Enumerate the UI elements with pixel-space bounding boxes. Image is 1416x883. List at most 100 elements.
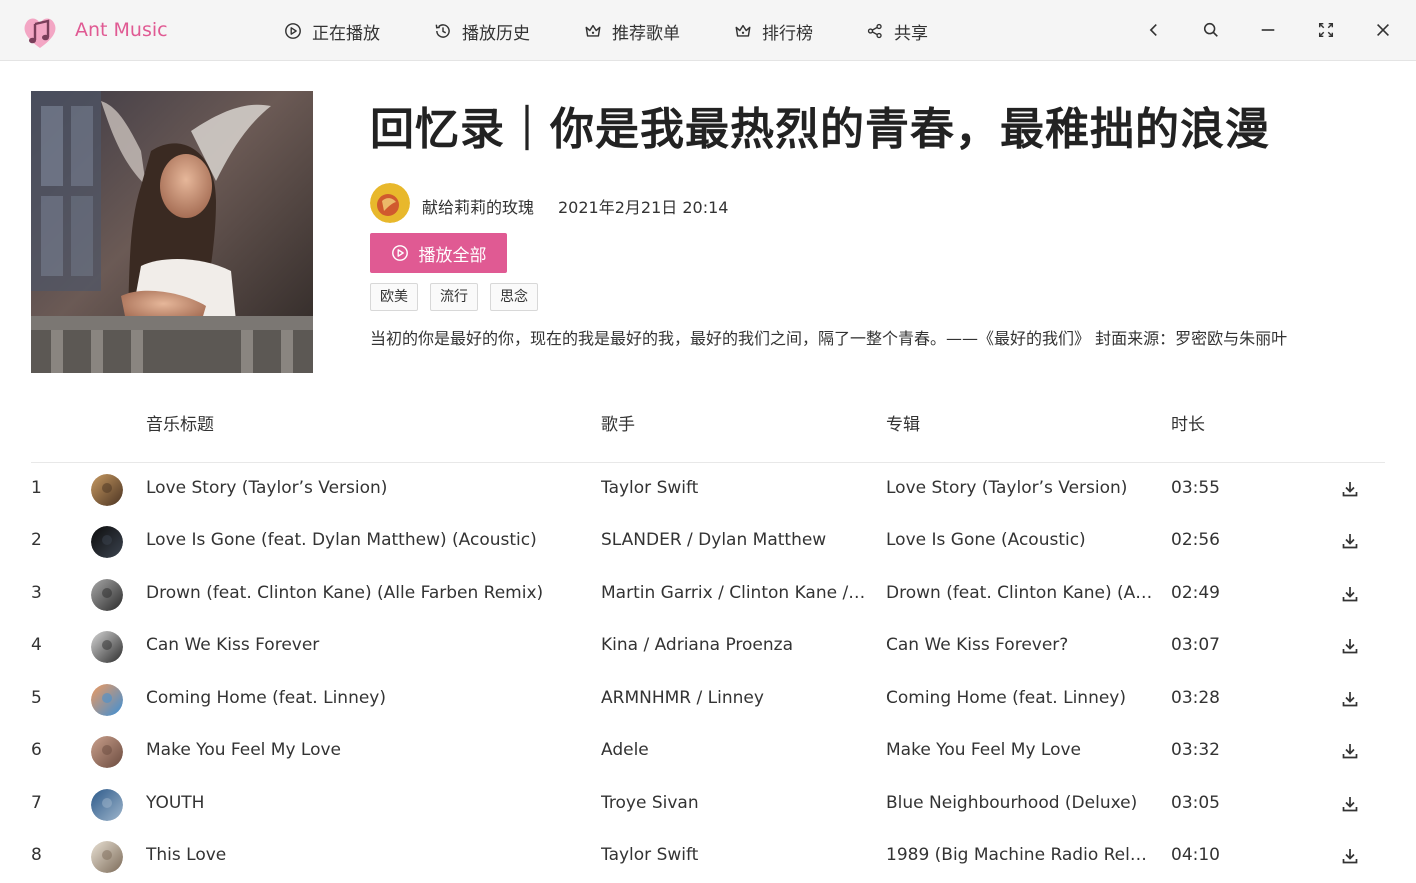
download-button[interactable] <box>1340 794 1360 814</box>
playlist-cover <box>31 91 313 373</box>
download-icon <box>1342 534 1358 549</box>
track-album[interactable]: Drown (feat. Clinton Kane) (Alle F... <box>886 583 1156 603</box>
download-button[interactable] <box>1340 479 1360 499</box>
search-button[interactable] <box>1198 17 1224 43</box>
download-icon <box>1342 744 1358 759</box>
download-icon <box>1342 587 1358 602</box>
minimize-button[interactable] <box>1255 17 1281 43</box>
download-icon <box>1342 849 1358 864</box>
minimize-icon <box>1261 29 1275 31</box>
tag[interactable]: 思念 <box>490 283 538 311</box>
track-artist[interactable]: Kina / Adriana Proenza <box>601 635 867 655</box>
fullscreen-button[interactable] <box>1313 17 1339 43</box>
track-cover <box>91 736 123 768</box>
history-icon <box>435 24 450 38</box>
track-artist[interactable]: Adele <box>601 740 867 760</box>
download-button[interactable] <box>1340 846 1360 866</box>
creator-name[interactable]: 献给莉莉的玫瑰 <box>422 194 534 218</box>
crown-icon <box>735 24 751 37</box>
track-index: 8 <box>31 845 42 865</box>
nav-label: 正在播放 <box>312 23 380 44</box>
play-circle-icon <box>391 245 408 261</box>
track-album[interactable]: Love Story (Taylor’s Version) <box>886 478 1156 498</box>
track-row[interactable]: 5 Coming Home (feat. Linney) ARMNHMR / Lin… <box>0 674 1416 726</box>
track-title[interactable]: This Love <box>146 845 586 865</box>
track-cover <box>91 526 123 558</box>
track-album[interactable]: Blue Neighbourhood (Deluxe) <box>886 793 1156 813</box>
download-button[interactable] <box>1340 741 1360 761</box>
column-header-duration: 时长 <box>1171 415 1205 435</box>
track-album[interactable]: Make You Feel My Love <box>886 740 1156 760</box>
track-row[interactable]: 6 Make You Feel My Love Adele Make You Feel… <box>0 726 1416 778</box>
nav-label: 播放历史 <box>462 23 530 44</box>
nav-now-playing[interactable]: 正在播放 <box>284 18 380 44</box>
play-all-button[interactable]: 播放全部 <box>370 233 507 273</box>
create-time: 2021年2月21日 20:14 <box>558 198 729 217</box>
track-index: 2 <box>31 530 42 550</box>
creator-avatar[interactable] <box>370 183 410 223</box>
track-album[interactable]: Love Is Gone (Acoustic) <box>886 530 1156 550</box>
play-circle-icon <box>285 23 301 39</box>
close-button[interactable] <box>1370 17 1396 43</box>
nav-charts[interactable]: 排行榜 <box>734 18 813 44</box>
track-index: 5 <box>31 688 42 708</box>
nav-history[interactable]: 播放历史 <box>434 18 530 44</box>
app-logo-icon <box>20 12 60 52</box>
column-header-title: 音乐标题 <box>146 415 214 435</box>
track-row[interactable]: 2 Love Is Gone (feat. Dylan Matthew) (Aco… <box>0 516 1416 568</box>
nav-share[interactable]: 共享 <box>866 18 928 44</box>
track-album[interactable]: 1989 (Big Machine Radio Release... <box>886 845 1156 865</box>
download-button[interactable] <box>1340 689 1360 709</box>
track-duration: 03:07 <box>1171 635 1220 655</box>
column-header-artist: 歌手 <box>601 415 635 435</box>
download-button[interactable] <box>1340 636 1360 656</box>
back-button[interactable] <box>1141 17 1167 43</box>
download-button[interactable] <box>1340 531 1360 551</box>
track-title[interactable]: Make You Feel My Love <box>146 740 586 760</box>
nav-recommended-playlists[interactable]: 推荐歌单 <box>584 18 680 44</box>
app-name: Ant Music <box>75 19 168 41</box>
track-album[interactable]: Coming Home (feat. Linney) <box>886 688 1156 708</box>
track-artist[interactable]: Taylor Swift <box>601 845 867 865</box>
table-divider <box>31 462 1385 463</box>
search-icon <box>1203 22 1218 37</box>
track-duration: 03:28 <box>1171 688 1220 708</box>
track-row[interactable]: 7 YOUTH Troye Sivan Blue Neighbourhood (Del… <box>0 779 1416 831</box>
track-duration: 02:56 <box>1171 530 1220 550</box>
track-index: 7 <box>31 793 42 813</box>
track-artist[interactable]: Martin Garrix / Clinton Kane / All... <box>601 583 867 603</box>
track-artist[interactable]: Troye Sivan <box>601 793 867 813</box>
download-button[interactable] <box>1340 584 1360 604</box>
track-title[interactable]: Love Story (Taylor’s Version) <box>146 478 586 498</box>
track-duration: 03:55 <box>1171 478 1220 498</box>
track-duration: 03:32 <box>1171 740 1220 760</box>
track-artist[interactable]: SLANDER / Dylan Matthew <box>601 530 867 550</box>
tag[interactable]: 欧美 <box>370 283 418 311</box>
track-cover <box>91 631 123 663</box>
download-icon <box>1342 797 1358 812</box>
track-index: 1 <box>31 478 42 498</box>
title-bar: Ant Music 正在播放 播放历史 推荐歌单 排行榜 共享 <box>0 0 1416 61</box>
nav-label: 排行榜 <box>762 23 813 44</box>
track-artist[interactable]: Taylor Swift <box>601 478 867 498</box>
track-title[interactable]: Love Is Gone (feat. Dylan Matthew) (Acou… <box>146 530 586 550</box>
track-title[interactable]: Drown (feat. Clinton Kane) (Alle Farben … <box>146 583 586 603</box>
track-cover <box>91 841 123 873</box>
track-cover <box>91 474 123 506</box>
tag[interactable]: 流行 <box>430 283 478 311</box>
track-title[interactable]: YOUTH <box>146 793 586 813</box>
track-row[interactable]: 3 Drown (feat. Clinton Kane) (Alle Farben… <box>0 569 1416 621</box>
track-duration: 02:49 <box>1171 583 1220 603</box>
track-album[interactable]: Can We Kiss Forever? <box>886 635 1156 655</box>
track-title[interactable]: Can We Kiss Forever <box>146 635 586 655</box>
track-row[interactable]: 1 Love Story (Taylor’s Version) Taylor Swi… <box>0 464 1416 516</box>
track-cover <box>91 789 123 821</box>
track-index: 6 <box>31 740 42 760</box>
track-row[interactable]: 8 This Love Taylor Swift 1989 (Big Machine … <box>0 831 1416 883</box>
track-row[interactable]: 4 Can We Kiss Forever Kina / Adriana Proen… <box>0 621 1416 673</box>
track-artist[interactable]: ARMNHMR / Linney <box>601 688 867 708</box>
playlist-description: 当初的你是最好的你，现在的我是最好的我，最好的我们之间，隔了一整个青春。——《最… <box>370 329 1288 348</box>
track-title[interactable]: Coming Home (feat. Linney) <box>146 688 586 708</box>
nav-label: 共享 <box>894 23 928 44</box>
share-icon <box>867 23 882 39</box>
